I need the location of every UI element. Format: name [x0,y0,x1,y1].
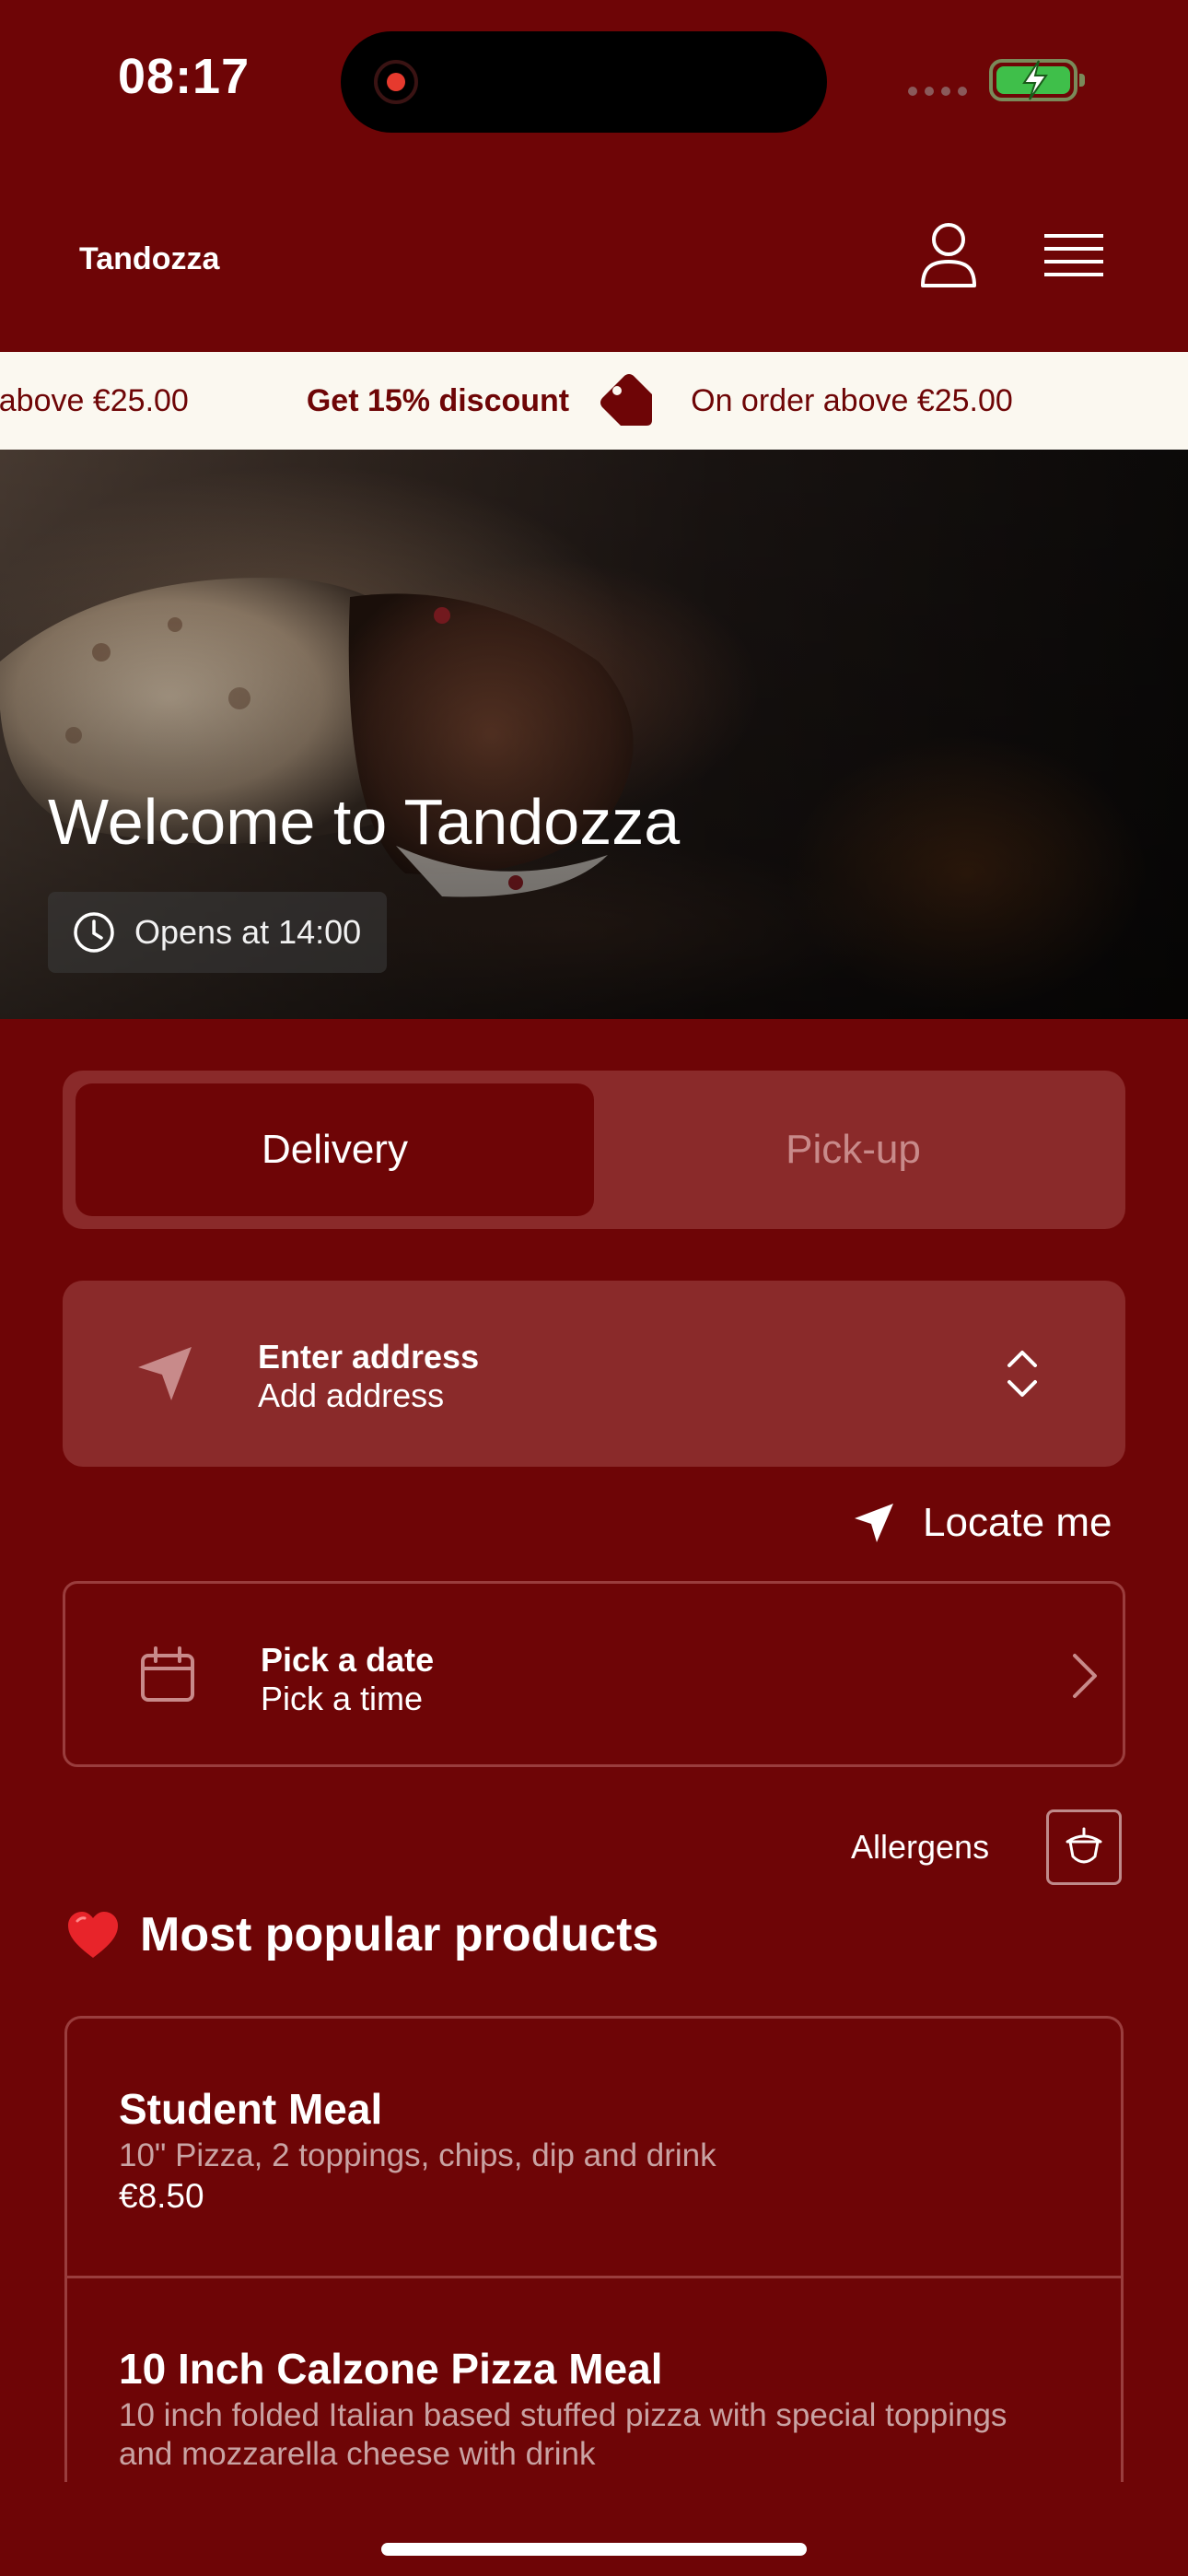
popular-products-title: Most popular products [140,1908,659,1961]
allergens-button[interactable] [1046,1809,1122,1885]
address-title: Enter address [258,1338,480,1376]
user-account-icon[interactable] [919,221,978,287]
product-card[interactable]: 10 Inch Calzone Pizza Meal 10 inch folde… [67,2278,1121,2482]
hero-banner: Welcome to Tandozza Opens at 14:00 [0,450,1188,1019]
hamburger-menu-icon[interactable] [1044,232,1103,280]
opening-hours-text: Opens at 14:00 [134,913,362,951]
product-description: 10 inch folded Italian based stuffed piz… [119,2397,1007,2472]
schedule-date-title: Pick a date [261,1641,435,1679]
product-card[interactable]: Student Meal 10" Pizza, 2 toppings, chip… [67,2019,1121,2278]
order-mode-toggle: Delivery Pick-up [63,1071,1125,1229]
promo-banner[interactable]: r above €25.00 Get 15% discount On order… [0,352,1188,450]
address-subtitle: Add address [258,1376,445,1414]
status-bar: 08:17 [0,0,1188,157]
product-description: 10" Pizza, 2 toppings, chips, dip and dr… [119,2137,716,2173]
status-time: 08:17 [118,49,250,104]
price-tag-icon [600,374,653,426]
product-list: Student Meal 10" Pizza, 2 toppings, chip… [64,2016,1124,2482]
heart-icon [68,1912,118,1958]
locate-me-label: Locate me [923,1500,1112,1545]
allergens-label: Allergens [851,1828,990,1866]
address-selector[interactable]: Enter address Add address [63,1281,1125,1467]
signal-icon [908,87,967,96]
app-header: Tandozza [0,157,1188,350]
schedule-selector[interactable]: Pick a date Pick a time [63,1581,1125,1767]
dynamic-island [341,31,827,133]
delivery-tab[interactable]: Delivery [76,1083,594,1216]
promo-headline: Get 15% discount [306,382,570,418]
pickup-tab[interactable]: Pick-up [594,1083,1112,1216]
recording-indicator-icon [374,60,418,104]
product-name: Student Meal [119,2085,383,2133]
hero-title: Welcome to Tandozza [48,786,681,858]
location-arrow-icon [855,1504,893,1542]
promo-condition-left: r above €25.00 [0,382,189,418]
opening-hours-badge: Opens at 14:00 [48,892,388,973]
product-price: €8.50 [119,2177,204,2215]
calendar-icon [141,1646,194,1702]
schedule-time-subtitle: Pick a time [261,1680,424,1717]
chevron-right-icon [1073,1654,1097,1698]
clock-icon [74,912,114,953]
chevron-up-down-icon [1007,1351,1037,1397]
product-price: €8.90 [119,2474,1069,2482]
promo-condition: On order above €25.00 [691,382,1013,418]
acorn-allergen-icon [1066,1827,1102,1864]
locate-me-button[interactable]: Locate me [853,1500,1112,1546]
home-indicator[interactable] [381,2543,807,2556]
product-name: 10 Inch Calzone Pizza Meal [119,2345,663,2393]
popular-products-heading: Most popular products [66,1907,658,1962]
brand-name[interactable]: Tandozza [79,241,219,277]
battery-charging-icon [989,59,1085,101]
navigation-arrow-icon [138,1347,192,1400]
